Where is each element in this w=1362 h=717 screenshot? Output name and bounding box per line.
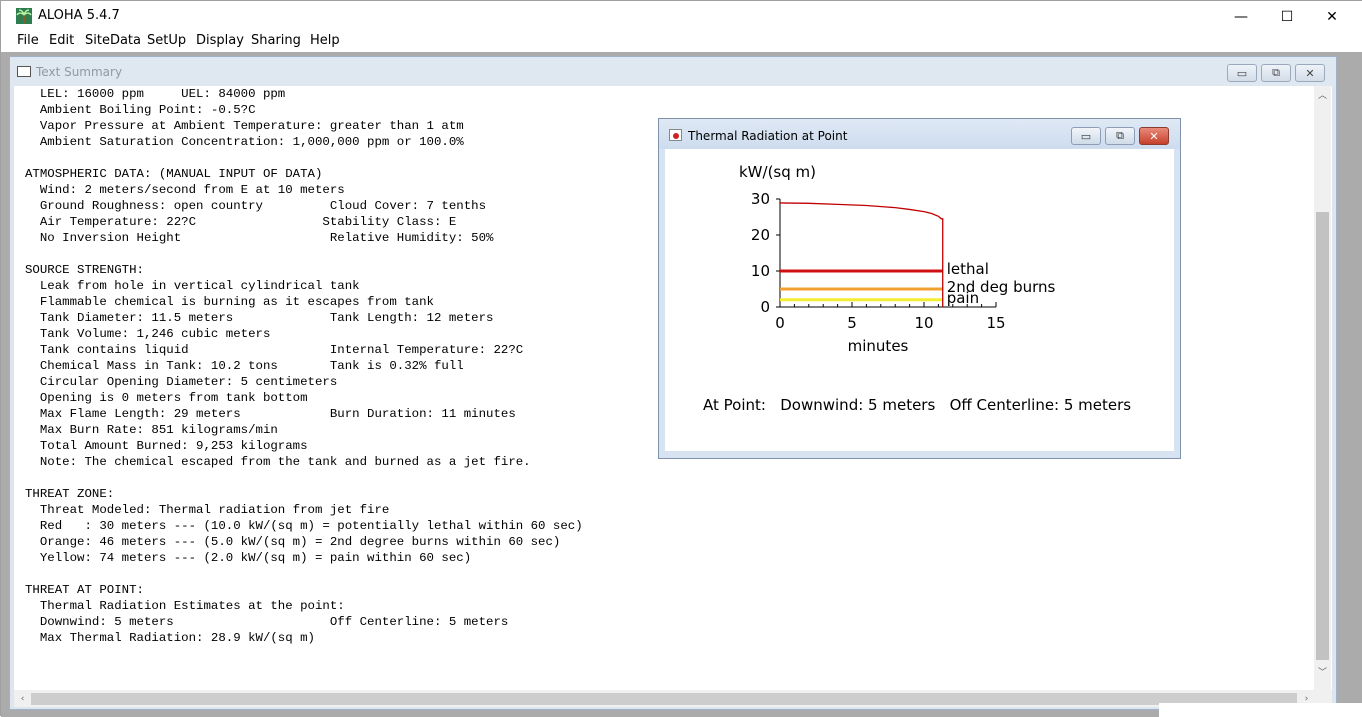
- y-tick-label: 30: [751, 190, 770, 208]
- summary-line: THREAT ZONE:: [25, 487, 115, 501]
- text-summary-icon: [17, 66, 31, 77]
- scroll-left-icon[interactable]: ‹: [14, 690, 31, 707]
- fire-icon: [669, 129, 682, 141]
- threshold-label: lethal: [947, 260, 989, 278]
- y-tick-label: 20: [751, 226, 770, 244]
- menu-sitedata[interactable]: SiteData: [85, 33, 141, 48]
- menu-setup[interactable]: SetUp: [147, 33, 186, 48]
- text-summary-title: Text Summary: [36, 65, 123, 79]
- at-point-label: At Point: Downwind: 5 meters Off Centerl…: [703, 396, 1132, 414]
- y-tick-label: 10: [751, 262, 770, 280]
- scroll-down-icon[interactable]: ﹀: [1314, 663, 1331, 680]
- y-tick-label: 0: [760, 298, 770, 316]
- x-tick-label: 5: [847, 314, 857, 332]
- menu-sharing[interactable]: Sharing: [251, 33, 301, 48]
- thermal-radiation-window: Thermal Radiation at Point ▭ ⧉ ✕ kW/(sq …: [658, 118, 1181, 459]
- thermal-restore-button[interactable]: ⧉: [1105, 127, 1135, 145]
- minimize-icon: ▭: [1236, 66, 1248, 80]
- summary-line: Red : 30 meters --- (10.0 kW/(sq m) = po…: [25, 519, 583, 533]
- window-title: ALOHA 5.4.7: [38, 8, 120, 23]
- summary-line: Max Thermal Radiation: 28.9 kW/(sq m): [25, 631, 315, 645]
- menu-file[interactable]: File: [17, 33, 39, 48]
- maximize-button[interactable]: ☐: [1264, 1, 1310, 32]
- thermal-radiation-title: Thermal Radiation at Point: [688, 129, 848, 143]
- text-summary-title-bar[interactable]: Text Summary ▭ ⧉ ✕: [10, 57, 1336, 86]
- palm-tree-icon: [16, 8, 32, 24]
- text-summary-restore-button[interactable]: ⧉: [1261, 64, 1291, 82]
- menu-display[interactable]: Display: [196, 33, 244, 48]
- restore-icon: ⧉: [1116, 129, 1124, 142]
- summary-line: THREAT AT POINT:: [25, 583, 144, 597]
- y-axis-label: kW/(sq m): [739, 163, 816, 181]
- title-bar: ALOHA 5.4.7 — ☐ ✕: [1, 1, 1362, 32]
- menu-bar: File Edit SiteData SetUp Display Sharing…: [1, 32, 1362, 52]
- thermal-radiation-series-line: [779, 202, 944, 307]
- summary-line: Downwind: 5 meters Off Centerline: 5 met…: [25, 615, 509, 629]
- close-icon: ✕: [1305, 66, 1315, 80]
- thermal-close-button[interactable]: ✕: [1139, 127, 1169, 145]
- x-tick-label: 15: [986, 314, 1005, 332]
- summary-line: Orange: 46 meters --- (5.0 kW/(sq m) = 2…: [25, 535, 561, 549]
- minimize-button[interactable]: —: [1218, 1, 1264, 32]
- minimize-icon: ▭: [1080, 129, 1092, 143]
- summary-line: [25, 566, 1305, 582]
- horizontal-scroll-thumb[interactable]: [31, 693, 1297, 705]
- summary-line: Thermal Radiation Estimates at the point…: [25, 599, 345, 613]
- thermal-minimize-button[interactable]: ▭: [1071, 127, 1101, 145]
- restore-icon: ⧉: [1272, 66, 1280, 79]
- text-summary-minimize-button[interactable]: ▭: [1227, 64, 1257, 82]
- maximize-icon: ☐: [1280, 8, 1294, 25]
- menu-help[interactable]: Help: [310, 33, 340, 48]
- x-tick-label: 0: [775, 314, 785, 332]
- summary-line: LEL: 16000 ppm UEL: 84000 ppm: [25, 87, 286, 101]
- minimize-icon: —: [1234, 8, 1248, 25]
- vertical-scrollbar[interactable]: ︿ ﹀: [1314, 86, 1331, 680]
- thermal-radiation-content: kW/(sq m) 0 10 20 30 0 5 10 15 minutes lethal 2nd d…: [665, 149, 1174, 451]
- summary-line: Yellow: 74 meters --- (2.0 kW/(sq m) = p…: [25, 551, 472, 565]
- text-summary-close-button[interactable]: ✕: [1295, 64, 1325, 82]
- horizontal-scrollbar[interactable]: ‹ ›: [14, 690, 1332, 707]
- x-axis-label: minutes: [848, 337, 909, 355]
- close-icon: ✕: [1326, 8, 1338, 25]
- aloha-main-window: ALOHA 5.4.7 — ☐ ✕ File Edit SiteData Set…: [0, 0, 1362, 717]
- menu-edit[interactable]: Edit: [49, 33, 74, 48]
- scroll-up-icon[interactable]: ︿: [1314, 86, 1331, 103]
- thermal-radiation-title-bar[interactable]: Thermal Radiation at Point ▭ ⧉ ✕: [659, 119, 1180, 149]
- x-tick-label: 10: [914, 314, 933, 332]
- threshold-label: pain: [947, 289, 979, 307]
- summary-line: Ambient Boiling Point: -0.5?C: [25, 103, 256, 117]
- summary-line: [25, 470, 1305, 486]
- close-icon: ✕: [1149, 129, 1159, 143]
- summary-line: Threat Modeled: Thermal radiation from j…: [25, 503, 390, 517]
- vertical-scroll-thumb[interactable]: [1316, 212, 1329, 660]
- system-tray-fragment: [1159, 703, 1362, 717]
- close-button[interactable]: ✕: [1309, 1, 1355, 32]
